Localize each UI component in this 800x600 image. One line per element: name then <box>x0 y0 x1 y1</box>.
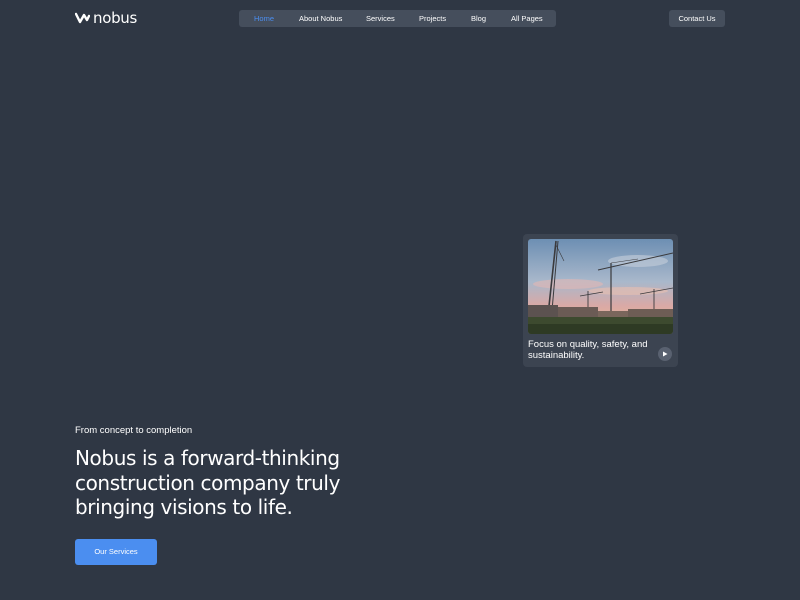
play-icon <box>663 351 668 357</box>
nav-item-all-pages[interactable]: All Pages <box>511 10 543 27</box>
logo-text: nobus <box>93 9 138 27</box>
nav-item-blog[interactable]: Blog <box>471 10 486 27</box>
nav-item-about-nobus[interactable]: About Nobus <box>299 10 342 27</box>
contact-us-button[interactable]: Contact Us <box>669 10 725 27</box>
logo[interactable]: nobus <box>75 9 137 27</box>
hero-eyebrow: From concept to completion <box>75 425 193 436</box>
nav-item-services[interactable]: Services <box>366 10 395 27</box>
nav-item-projects[interactable]: Projects <box>419 10 446 27</box>
feature-card: Focus on quality, safety, and sustainabi… <box>523 234 678 367</box>
page: nobus Home About Nobus Services Projects… <box>0 0 800 600</box>
main-nav: Home About Nobus Services Projects Blog … <box>239 10 556 27</box>
hero-headline: Nobus is a forward-thinking construction… <box>75 446 341 519</box>
logo-icon <box>75 12 90 24</box>
our-services-button[interactable]: Our Services <box>75 539 157 565</box>
card-caption: Focus on quality, safety, and sustainabi… <box>528 339 648 361</box>
construction-cranes-photo <box>528 239 673 334</box>
play-video-button[interactable] <box>658 347 672 361</box>
nav-item-home[interactable]: Home <box>254 10 274 27</box>
